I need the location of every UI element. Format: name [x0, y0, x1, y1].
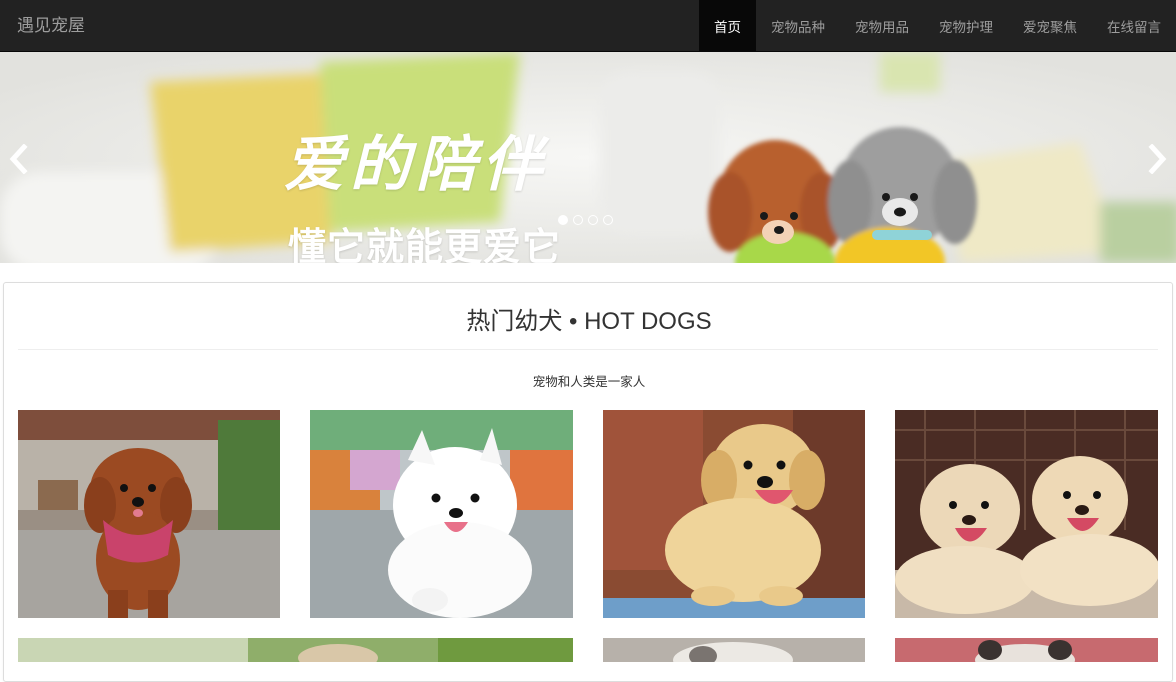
section-title: 热门幼犬 • HOT DOGS: [466, 308, 712, 335]
section-subtitle: 宠物和人类是一家人: [532, 374, 646, 389]
puppy-image-row2-2: [603, 638, 865, 662]
puppy-image-row2-3: [895, 638, 1158, 662]
nav-item-home[interactable]: 首页: [699, 0, 756, 51]
puppy-image-row2-1: [18, 638, 573, 662]
carousel-next-button[interactable]: [1142, 144, 1172, 174]
brand-logo-text[interactable]: 遇见宠屋: [17, 14, 85, 38]
section-divider: [18, 349, 1158, 350]
carousel-slide-image: [0, 52, 1176, 263]
labrador-puppies-image: [895, 410, 1158, 618]
chevron-right-icon: [1148, 144, 1167, 174]
golden-retriever-puppy-image: [603, 410, 865, 618]
carousel-caption-sub: 懂它就能更爱它: [288, 225, 562, 263]
nav-item-care[interactable]: 宠物护理: [924, 0, 1008, 51]
nav-item-supplies[interactable]: 宠物用品: [840, 0, 924, 51]
nav-item-breeds[interactable]: 宠物品种: [756, 0, 840, 51]
main-nav: 首页 宠物品种 宠物用品 宠物护理 爱宠聚焦 在线留言: [699, 0, 1176, 51]
puppy-photo-row2-1[interactable]: [18, 638, 573, 662]
top-navbar: 遇见宠屋 首页 宠物品种 宠物用品 宠物护理 爱宠聚焦 在线留言: [0, 0, 1176, 52]
chevron-left-icon: [9, 144, 28, 174]
nav-item-focus[interactable]: 爱宠聚焦: [1008, 0, 1092, 51]
nav-item-messages[interactable]: 在线留言: [1092, 0, 1176, 51]
puppy-photo-row2-2[interactable]: [603, 638, 865, 662]
carousel-indicator-4[interactable]: [603, 215, 613, 225]
toy-poodle-photo[interactable]: [18, 410, 280, 618]
carousel-caption-main: 爱的陪伴: [284, 130, 548, 200]
carousel-indicator-2[interactable]: [573, 215, 583, 225]
golden-retriever-puppy-photo[interactable]: [603, 410, 865, 618]
puppy-photo-row2-3[interactable]: [895, 638, 1158, 662]
carousel-indicators: [558, 215, 613, 225]
toy-poodle-image: [18, 410, 280, 618]
carousel-indicator-3[interactable]: [588, 215, 598, 225]
samoyed-puppy-photo[interactable]: [310, 410, 573, 618]
carousel-prev-button[interactable]: [4, 144, 34, 174]
samoyed-puppy-image: [310, 410, 573, 618]
hero-carousel[interactable]: 爱的陪伴 懂它就能更爱它: [0, 52, 1176, 263]
carousel-indicator-1[interactable]: [558, 215, 568, 225]
labrador-puppies-photo[interactable]: [895, 410, 1158, 618]
